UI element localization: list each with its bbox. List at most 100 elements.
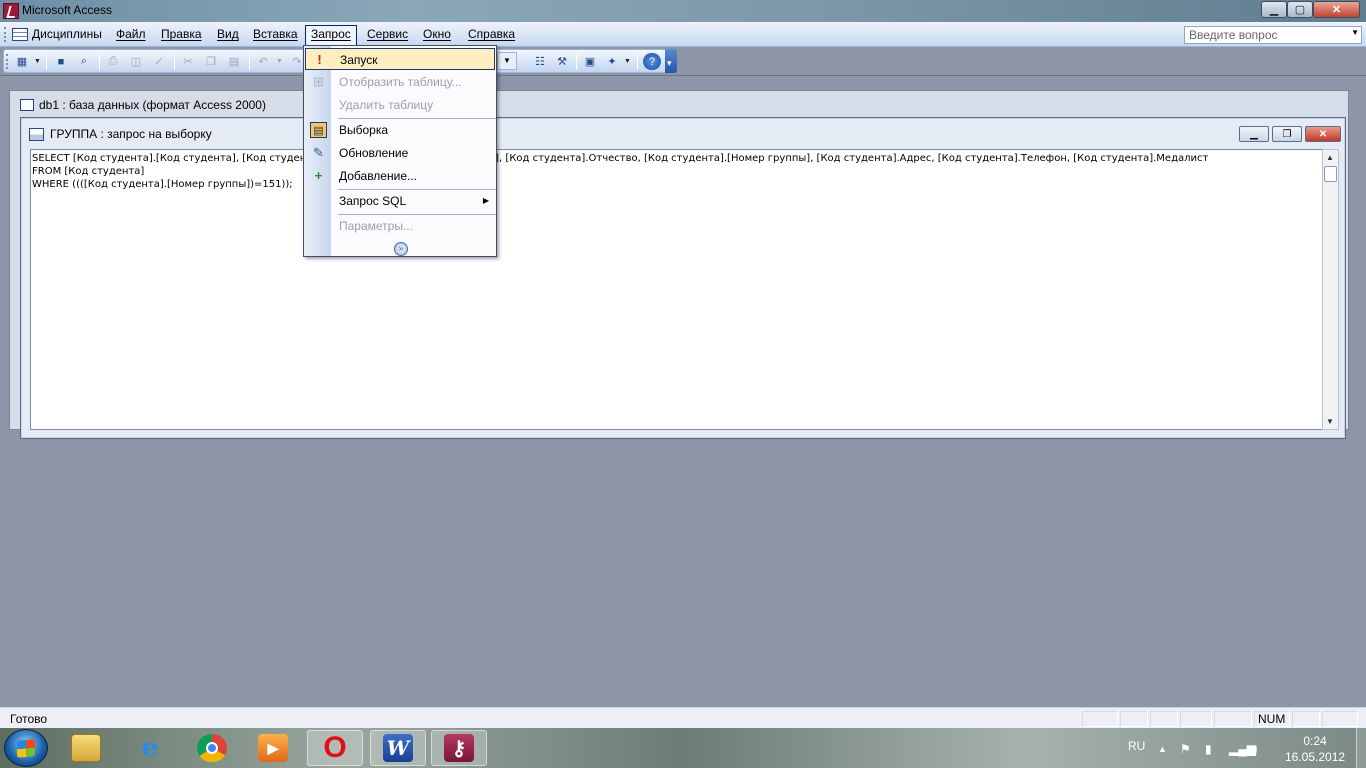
tray-expand-icon[interactable]: ▲: [1158, 744, 1167, 754]
status-pane: [1322, 711, 1358, 727]
menu-bar: Дисциплины Файл Правка Вид Вставка Запро…: [0, 22, 1366, 47]
language-indicator[interactable]: RU: [1128, 739, 1145, 753]
scroll-up-icon[interactable]: ▲: [1326, 153, 1334, 162]
num-lock-indicator: NUM: [1254, 711, 1290, 727]
query-menu-dropdown: ! Запуск ⊞ Отобразить таблицу... Удалить…: [303, 45, 497, 257]
taskbar: e ▶ O W ⚷ RU ▲ ⚑ ▮ ▂▄▆ 🔈︎ 0:24 16.05.201…: [0, 728, 1366, 768]
menu-item-sql-query[interactable]: Запрос SQL ▶: [305, 190, 495, 212]
update-query-icon: ✎: [313, 145, 324, 160]
network-signal-icon[interactable]: ▂▄▆: [1229, 742, 1256, 756]
toolbar-separator: [99, 54, 100, 70]
taskbar-internet-explorer[interactable]: e: [122, 730, 178, 766]
close-button[interactable]: ✕: [1313, 1, 1360, 18]
menu-disciplines[interactable]: Дисциплины: [27, 26, 107, 44]
help-question-input[interactable]: Введите вопрос ▼: [1184, 26, 1362, 44]
menu-file[interactable]: Файл: [111, 26, 151, 44]
menu-item-show-table[interactable]: ⊞ Отобразить таблицу...: [305, 71, 495, 93]
menu-query[interactable]: Запрос: [305, 25, 357, 47]
menu-tools[interactable]: Сервис: [362, 26, 413, 44]
toolbar-separator: [46, 54, 47, 70]
toolbar-options-button[interactable]: [665, 49, 677, 73]
taskbar-access[interactable]: ⚷: [431, 730, 487, 766]
toolbar-grip[interactable]: [6, 54, 8, 69]
taskbar-word[interactable]: W: [370, 730, 426, 766]
print-icon[interactable]: ⎙: [104, 53, 122, 70]
menu-item-remove-table[interactable]: Удалить таблицу: [305, 94, 495, 116]
menu-window[interactable]: Окно: [418, 26, 456, 44]
chevron-down-icon[interactable]: ▼: [1351, 28, 1359, 37]
query-icon: [29, 127, 44, 141]
print-preview-icon[interactable]: ◫: [127, 53, 145, 70]
double-chevron-down-icon[interactable]: »: [394, 242, 408, 256]
taskbar-explorer[interactable]: [58, 730, 114, 766]
new-object-icon[interactable]: ✦: [603, 53, 621, 70]
query-minimize-button[interactable]: ▁: [1239, 126, 1269, 142]
database-window-icon[interactable]: [12, 28, 28, 41]
taskbar-chrome[interactable]: [184, 730, 240, 766]
access-icon: ⚷: [444, 734, 474, 762]
clock[interactable]: 0:24 16.05.2012: [1285, 733, 1345, 765]
status-pane: [1150, 711, 1178, 727]
status-pane: [1214, 711, 1252, 727]
help-question-placeholder: Введите вопрос: [1189, 28, 1278, 42]
undo-icon[interactable]: ↶: [254, 53, 272, 70]
chevron-down-icon[interactable]: ▼: [34, 58, 41, 65]
query-close-button[interactable]: ✕: [1305, 126, 1341, 142]
copy-icon[interactable]: ❐: [202, 53, 220, 70]
menu-insert[interactable]: Вставка: [248, 26, 303, 44]
query-restore-button[interactable]: ❐: [1272, 126, 1302, 142]
minimize-button[interactable]: ▁: [1261, 1, 1287, 18]
status-text: Готово: [10, 712, 48, 726]
sql-editor[interactable]: SELECT [Код студента].[Код студента], [К…: [30, 149, 1335, 430]
access-app-icon[interactable]: [3, 3, 19, 19]
menu-view[interactable]: Вид: [212, 26, 244, 44]
status-pane: [1120, 711, 1148, 727]
menu-item-select[interactable]: ▤ Выборка: [305, 119, 495, 141]
query-window-titlebar: ГРУППА : запрос на выборку: [29, 122, 212, 146]
status-bar: Готово NUM: [0, 707, 1366, 728]
scrollbar-thumb[interactable]: [1324, 166, 1337, 182]
cut-icon[interactable]: ✂: [179, 53, 197, 70]
query-window-title: ГРУППА : запрос на выборку: [50, 127, 212, 141]
toolbar-separator: [174, 54, 175, 70]
view-datasheet-icon[interactable]: ▦: [13, 53, 31, 70]
build-icon[interactable]: ⚒: [553, 53, 571, 70]
spelling-icon[interactable]: ✓: [150, 53, 168, 70]
action-center-flag-icon[interactable]: ⚑: [1180, 742, 1191, 756]
menu-help[interactable]: Справка: [463, 26, 520, 44]
menu-item-append[interactable]: + Добавление...: [305, 165, 495, 187]
status-pane: [1180, 711, 1212, 727]
clock-time: 0:24: [1303, 734, 1327, 748]
help-icon[interactable]: ?: [643, 53, 661, 70]
properties-icon[interactable]: ☷: [531, 53, 549, 70]
start-button[interactable]: [4, 729, 48, 767]
device-icon[interactable]: ▮: [1205, 742, 1212, 756]
database-window-icon[interactable]: ▣: [581, 53, 599, 70]
menubar-grip[interactable]: [4, 27, 7, 42]
query-type-dropdown[interactable]: ▼: [497, 52, 517, 70]
maximize-button[interactable]: ▢: [1287, 1, 1313, 18]
status-pane: [1082, 711, 1118, 727]
taskbar-media-player[interactable]: ▶: [245, 730, 301, 766]
toolbar-separator: [637, 54, 638, 70]
show-table-icon: ⊞: [313, 74, 324, 89]
database-window-title: db1 : база данных (формат Access 2000): [39, 98, 266, 112]
menu-item-update[interactable]: ✎ Обновление: [305, 142, 495, 164]
window-title: Microsoft Access: [22, 3, 113, 17]
file-search-icon[interactable]: ⌕: [75, 53, 93, 70]
query-window[interactable]: ГРУППА : запрос на выборку ▁ ❐ ✕ SELECT …: [20, 117, 1346, 439]
menu-item-parameters[interactable]: Параметры...: [305, 215, 495, 237]
save-icon[interactable]: ■: [52, 53, 70, 70]
scroll-down-icon[interactable]: ▼: [1326, 417, 1334, 426]
chevron-down-icon[interactable]: ▼: [624, 58, 631, 65]
volume-icon[interactable]: 🔈︎: [1253, 742, 1260, 757]
clock-date: 16.05.2012: [1285, 750, 1346, 764]
chevron-down-icon[interactable]: ▼: [276, 58, 283, 65]
internet-explorer-icon: e: [141, 733, 159, 763]
paste-icon[interactable]: ▤: [225, 53, 243, 70]
menu-item-run[interactable]: ! Запуск: [305, 48, 495, 70]
show-desktop-button[interactable]: [1356, 728, 1366, 768]
menu-edit[interactable]: Правка: [156, 26, 207, 44]
taskbar-opera[interactable]: O: [307, 730, 363, 766]
vertical-scrollbar[interactable]: ▲ ▼: [1322, 149, 1339, 430]
